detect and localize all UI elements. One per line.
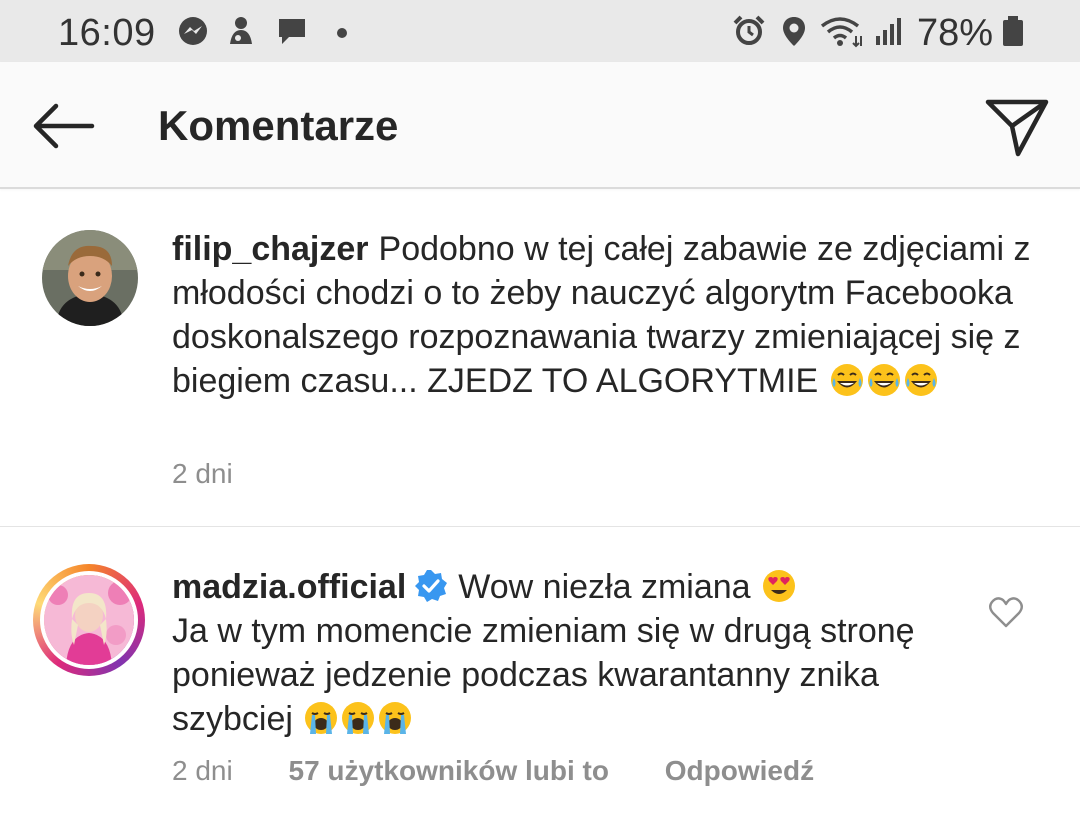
heart-eyes-emoji xyxy=(763,570,796,602)
comment-username[interactable]: filip_chajzer xyxy=(172,230,369,268)
location-icon xyxy=(783,17,805,46)
messenger-icon xyxy=(179,17,207,45)
avatar[interactable] xyxy=(42,230,138,326)
comment-meta: 2 dni xyxy=(172,458,281,490)
comment-time: 2 dni xyxy=(172,458,233,489)
comment-item: filip_chajzer Podobno w tej całej zabawie… xyxy=(0,190,1080,527)
status-bar: 16:09 78% xyxy=(0,0,1080,62)
story-ring[interactable] xyxy=(33,564,145,676)
app-notification-icon xyxy=(230,17,252,44)
avatar[interactable] xyxy=(40,571,138,669)
signal-icon xyxy=(876,18,901,45)
header-bar: Komentarze xyxy=(0,62,1080,189)
tears-of-joy-emoji xyxy=(867,364,900,396)
reply-button[interactable]: Odpowiedź xyxy=(665,755,814,786)
comment-username[interactable]: madzia.official xyxy=(172,568,406,606)
page-title: Komentarze xyxy=(158,102,399,149)
likes-count-link[interactable]: 57 użytkowników lubi to xyxy=(289,755,609,786)
loudly-crying-emoji xyxy=(342,702,375,734)
like-heart-icon[interactable] xyxy=(988,595,1024,629)
comment-item: madzia.official Wow niezła zmiana Ja w ty… xyxy=(0,528,1080,825)
back-arrow-icon[interactable] xyxy=(28,98,98,154)
wifi-icon xyxy=(820,17,862,48)
alarm-icon xyxy=(733,15,765,45)
battery-icon xyxy=(1003,16,1023,46)
verified-badge-icon xyxy=(415,570,448,602)
loudly-crying-emoji xyxy=(305,702,338,734)
comment-body: Ja w tym momencie zmieniam się w drugą s… xyxy=(172,612,915,738)
status-time: 16:09 xyxy=(58,12,156,54)
comment-text: madzia.official Wow niezła zmiana Ja w ty… xyxy=(172,565,972,741)
message-icon xyxy=(279,19,305,44)
loudly-crying-emoji xyxy=(379,702,412,734)
comment-first-line: Wow niezła zmiana xyxy=(458,568,751,606)
send-icon[interactable] xyxy=(982,92,1052,162)
tears-of-joy-emoji xyxy=(904,364,937,396)
battery-percent: 78% xyxy=(917,12,994,54)
comment-text: filip_chajzer Podobno w tej całej zabawie… xyxy=(172,227,1032,403)
comment-meta: 2 dni 57 użytkowników lubi to Odpowiedź xyxy=(172,755,862,787)
dot-icon xyxy=(337,28,347,38)
tears-of-joy-emoji xyxy=(830,364,863,396)
comment-time: 2 dni xyxy=(172,755,233,786)
